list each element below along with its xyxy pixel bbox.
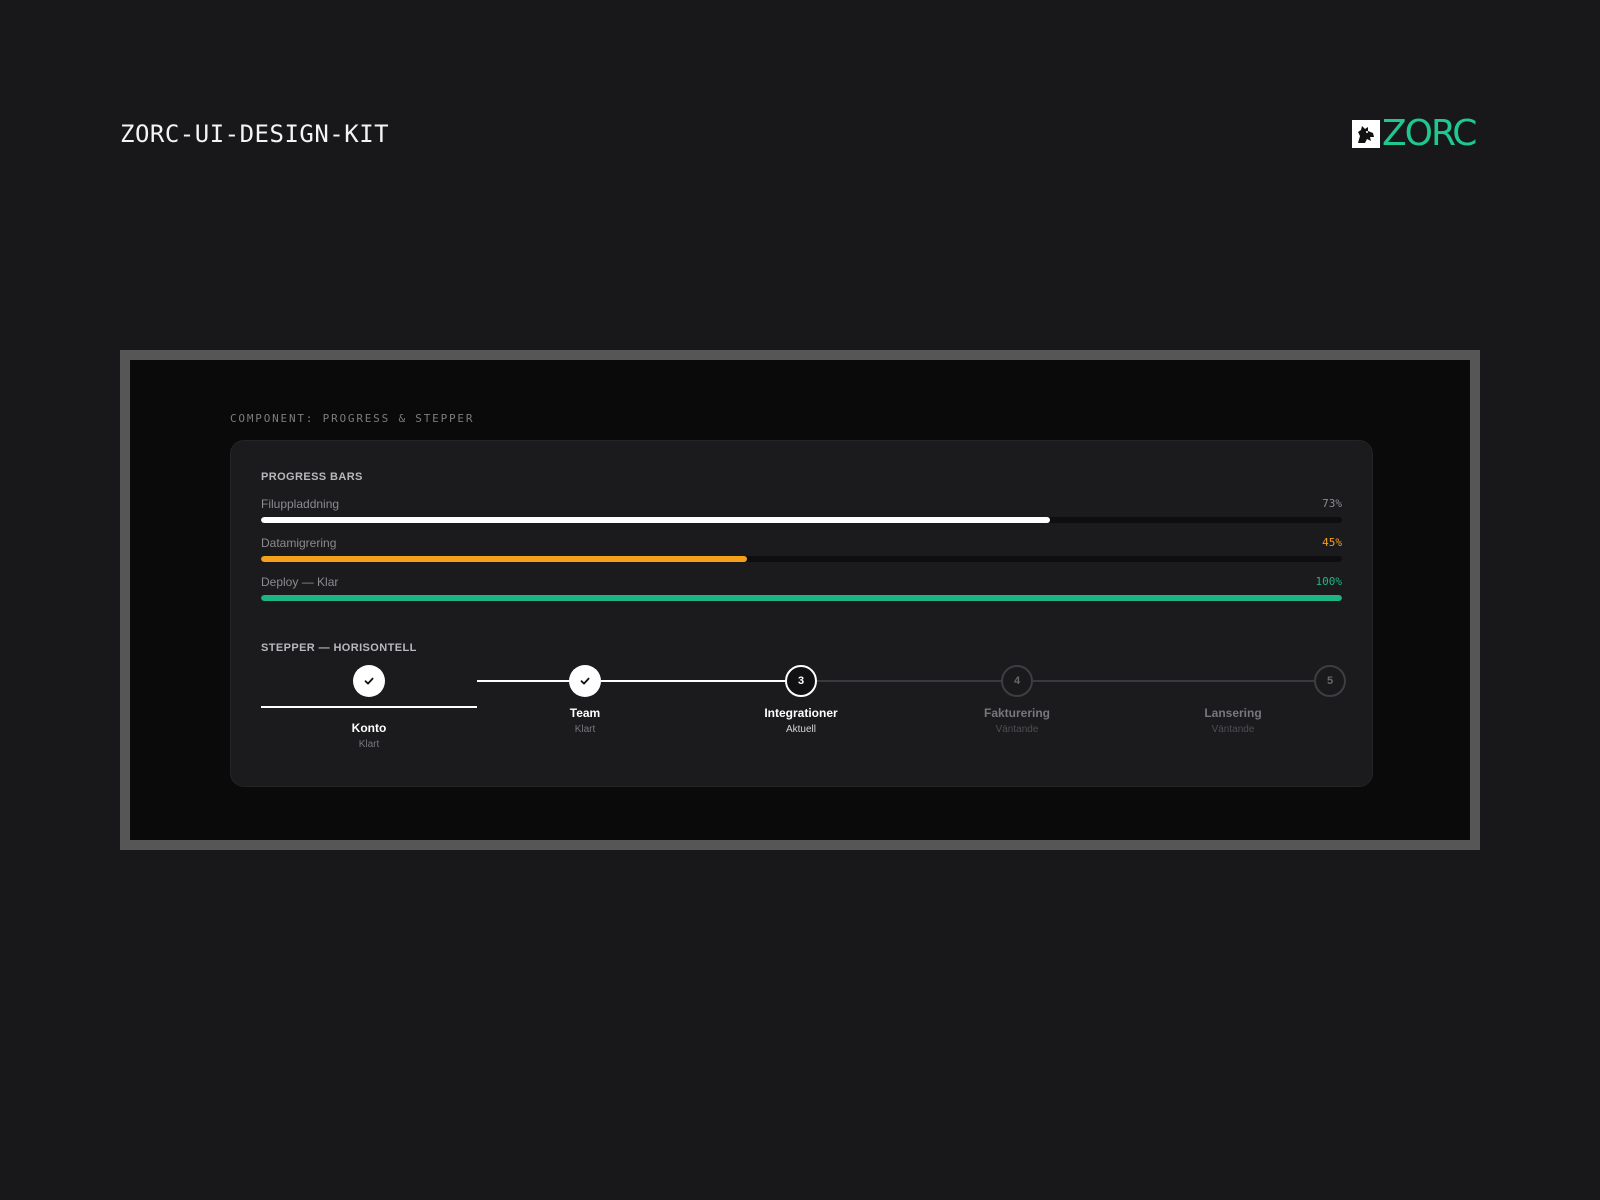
progress-bar-label: Deploy — Klar [261, 575, 339, 589]
component-label: COMPONENT: PROGRESS & STEPPER [230, 412, 475, 425]
progress-bar-value: 73% [1322, 497, 1342, 510]
check-icon [569, 665, 601, 697]
progress-bar-track [261, 556, 1342, 562]
progress-bar-fill [261, 595, 1342, 601]
step-number-badge: 4 [1001, 665, 1033, 697]
stepper-heading: STEPPER — HORISONTELL [261, 642, 417, 654]
step-status: Väntande [995, 724, 1039, 735]
progress-bar-track [261, 517, 1342, 523]
kit-title: ZORC-UI-DESIGN-KIT [120, 120, 390, 148]
step-team[interactable]: Team Klart [477, 665, 693, 765]
progress-bar-fill [261, 556, 748, 562]
brand-wordmark: ZORC [1382, 113, 1477, 154]
progress-bar-label: Datamigrering [261, 536, 337, 550]
step-name: Integrationer [764, 706, 838, 720]
progress-bar-row: Datamigrering 45% [261, 536, 1342, 566]
step-status: Klart [358, 739, 380, 750]
brand-logo: ZORC [1352, 113, 1477, 154]
step-integrationer[interactable]: 3 Integrationer Aktuell [693, 665, 909, 765]
component-card: PROGRESS BARS Filuppladdning 73% Datamig… [230, 440, 1373, 787]
step-fakturering[interactable]: 4 Fakturering Väntande [909, 665, 1125, 765]
step-name: Team [569, 706, 601, 720]
step-status: Väntande [1211, 724, 1255, 735]
step-number-badge: 3 [785, 665, 817, 697]
progress-bar-track [261, 595, 1342, 601]
page: ZORC-UI-DESIGN-KIT ZORC COMPONENT: PROGR… [0, 0, 1600, 1200]
step-number-badge: 5 [1314, 665, 1346, 697]
step-name: Konto [351, 721, 387, 735]
progress-bar-row: Deploy — Klar 100% [261, 575, 1342, 605]
step-name: Fakturering [983, 706, 1050, 720]
progress-bar-fill [261, 517, 1051, 523]
step-konto[interactable]: Konto Klart [261, 665, 477, 765]
check-icon [353, 665, 385, 697]
step-lansering[interactable]: 5 Lansering Väntande [1125, 665, 1346, 765]
progress-bar-label: Filuppladdning [261, 497, 340, 511]
progress-bar-row: Filuppladdning 73% [261, 497, 1342, 527]
progress-bar-value: 100% [1315, 575, 1343, 588]
horizontal-stepper: Konto Klart Team Klart 3 Integrationer A… [261, 665, 1346, 765]
step-name: Lansering [1204, 706, 1262, 720]
progress-heading: PROGRESS BARS [261, 471, 363, 483]
preview-frame: COMPONENT: PROGRESS & STEPPER PROGRESS B… [120, 350, 1480, 850]
step-status: Aktuell [785, 724, 816, 735]
progress-bar-value: 45% [1322, 536, 1342, 549]
step-status: Klart [574, 724, 596, 735]
active-step-underline [261, 706, 477, 708]
wolf-icon [1352, 120, 1380, 148]
